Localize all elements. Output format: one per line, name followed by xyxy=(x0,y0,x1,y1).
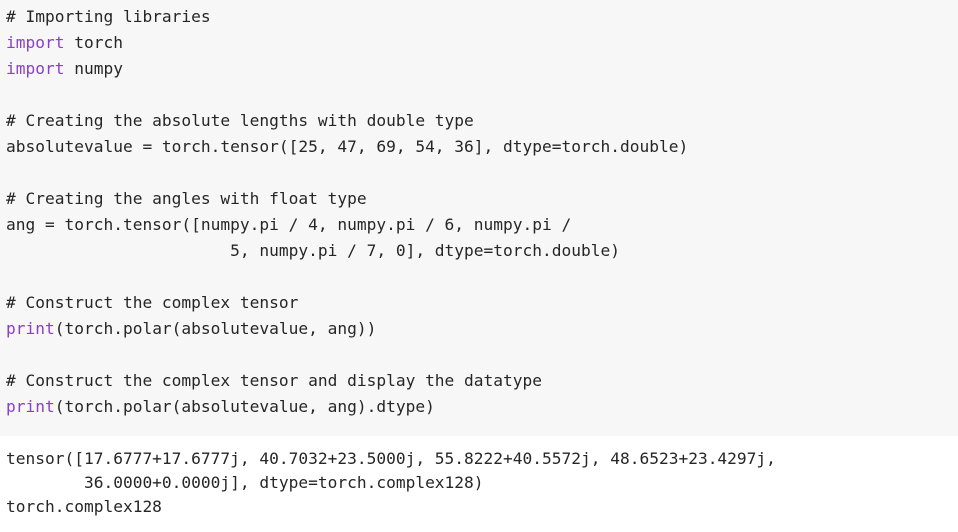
import-keyword: import xyxy=(6,59,65,78)
output-cell[interactable]: tensor([17.6777+17.6777j, 40.7032+23.500… xyxy=(0,436,958,532)
code-line-comment-construct-dtype: # Construct the complex tensor and displ… xyxy=(6,371,543,390)
output-line-dtype: torch.complex128 xyxy=(6,497,162,516)
code-line-comment-imports: # Importing libraries xyxy=(6,7,211,26)
code-line-ang-part2: 5, numpy.pi / 7, 0], dtype=torch.double) xyxy=(6,241,620,260)
code-line-comment-absolute: # Creating the absolute lengths with dou… xyxy=(6,111,474,130)
code-line-import-torch: import torch xyxy=(6,30,688,56)
print-function: print xyxy=(6,319,55,338)
code-cell[interactable]: # Importing libraries import torch import … xyxy=(0,0,958,436)
code-block[interactable]: # Importing libraries import torch import … xyxy=(6,4,688,420)
import-module-numpy: numpy xyxy=(64,59,123,78)
import-keyword: import xyxy=(6,33,65,52)
code-line-comment-angles: # Creating the angles with float type xyxy=(6,189,367,208)
output-line-tensor-2: 36.0000+0.0000j], dtype=torch.complex128… xyxy=(6,473,484,492)
print-args: (torch.polar(absolutevalue, ang).dtype) xyxy=(54,397,435,416)
code-line-import-numpy: import numpy xyxy=(6,56,688,82)
print-args: (torch.polar(absolutevalue, ang)) xyxy=(54,319,377,338)
code-line-print-dtype: print(torch.polar(absolutevalue, ang).dt… xyxy=(6,394,688,420)
code-line-absolutevalue: absolutevalue = torch.tensor([25, 47, 69… xyxy=(6,137,689,156)
code-line-print-polar: print(torch.polar(absolutevalue, ang)) xyxy=(6,316,688,342)
output-line-tensor-1: tensor([17.6777+17.6777j, 40.7032+23.500… xyxy=(6,449,776,468)
code-line-comment-construct: # Construct the complex tensor xyxy=(6,293,299,312)
code-line-ang-part1: ang = torch.tensor([numpy.pi / 4, numpy.… xyxy=(6,215,572,234)
output-block[interactable]: tensor([17.6777+17.6777j, 40.7032+23.500… xyxy=(6,447,776,519)
print-function: print xyxy=(6,397,55,416)
import-module-torch: torch xyxy=(64,33,123,52)
